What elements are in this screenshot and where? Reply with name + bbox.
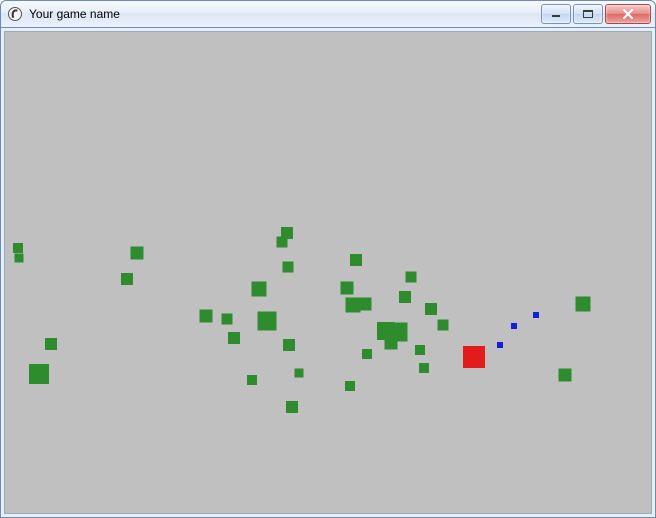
green-block [131,247,144,260]
player [463,346,485,368]
green-block [345,381,355,391]
green-block [286,401,298,413]
green-block [576,297,591,312]
green-block [252,282,267,297]
green-block [425,303,437,315]
green-block [350,254,362,266]
green-block [15,254,24,263]
game-canvas[interactable] [4,31,652,514]
green-block [45,338,57,350]
green-block [29,364,49,384]
app-icon [7,6,23,22]
titlebar[interactable]: Your game name [0,0,656,28]
green-block [359,298,372,311]
green-block [200,310,213,323]
green-block [341,282,354,295]
green-block [121,273,133,285]
window-controls [539,4,651,24]
green-block [247,375,257,385]
green-block [222,314,233,325]
blue-dot [511,323,517,329]
green-block [415,345,425,355]
green-block [419,363,429,373]
blue-dot [497,342,503,348]
green-block [389,323,408,342]
green-block [295,369,304,378]
green-block [281,227,293,239]
green-block [438,320,449,331]
green-block [559,369,572,382]
green-block [406,272,417,283]
green-block [258,312,277,331]
minimize-button[interactable] [541,4,571,24]
window-title: Your game name [29,7,539,21]
app-window: Your game name [0,0,656,518]
blue-dot [533,312,539,318]
green-block [399,291,411,303]
green-block [228,332,240,344]
green-block [13,243,23,253]
window-frame [0,28,656,518]
maximize-button[interactable] [573,4,603,24]
close-button[interactable] [605,4,651,24]
green-block [283,339,295,351]
green-block [362,349,372,359]
green-block [283,262,294,273]
